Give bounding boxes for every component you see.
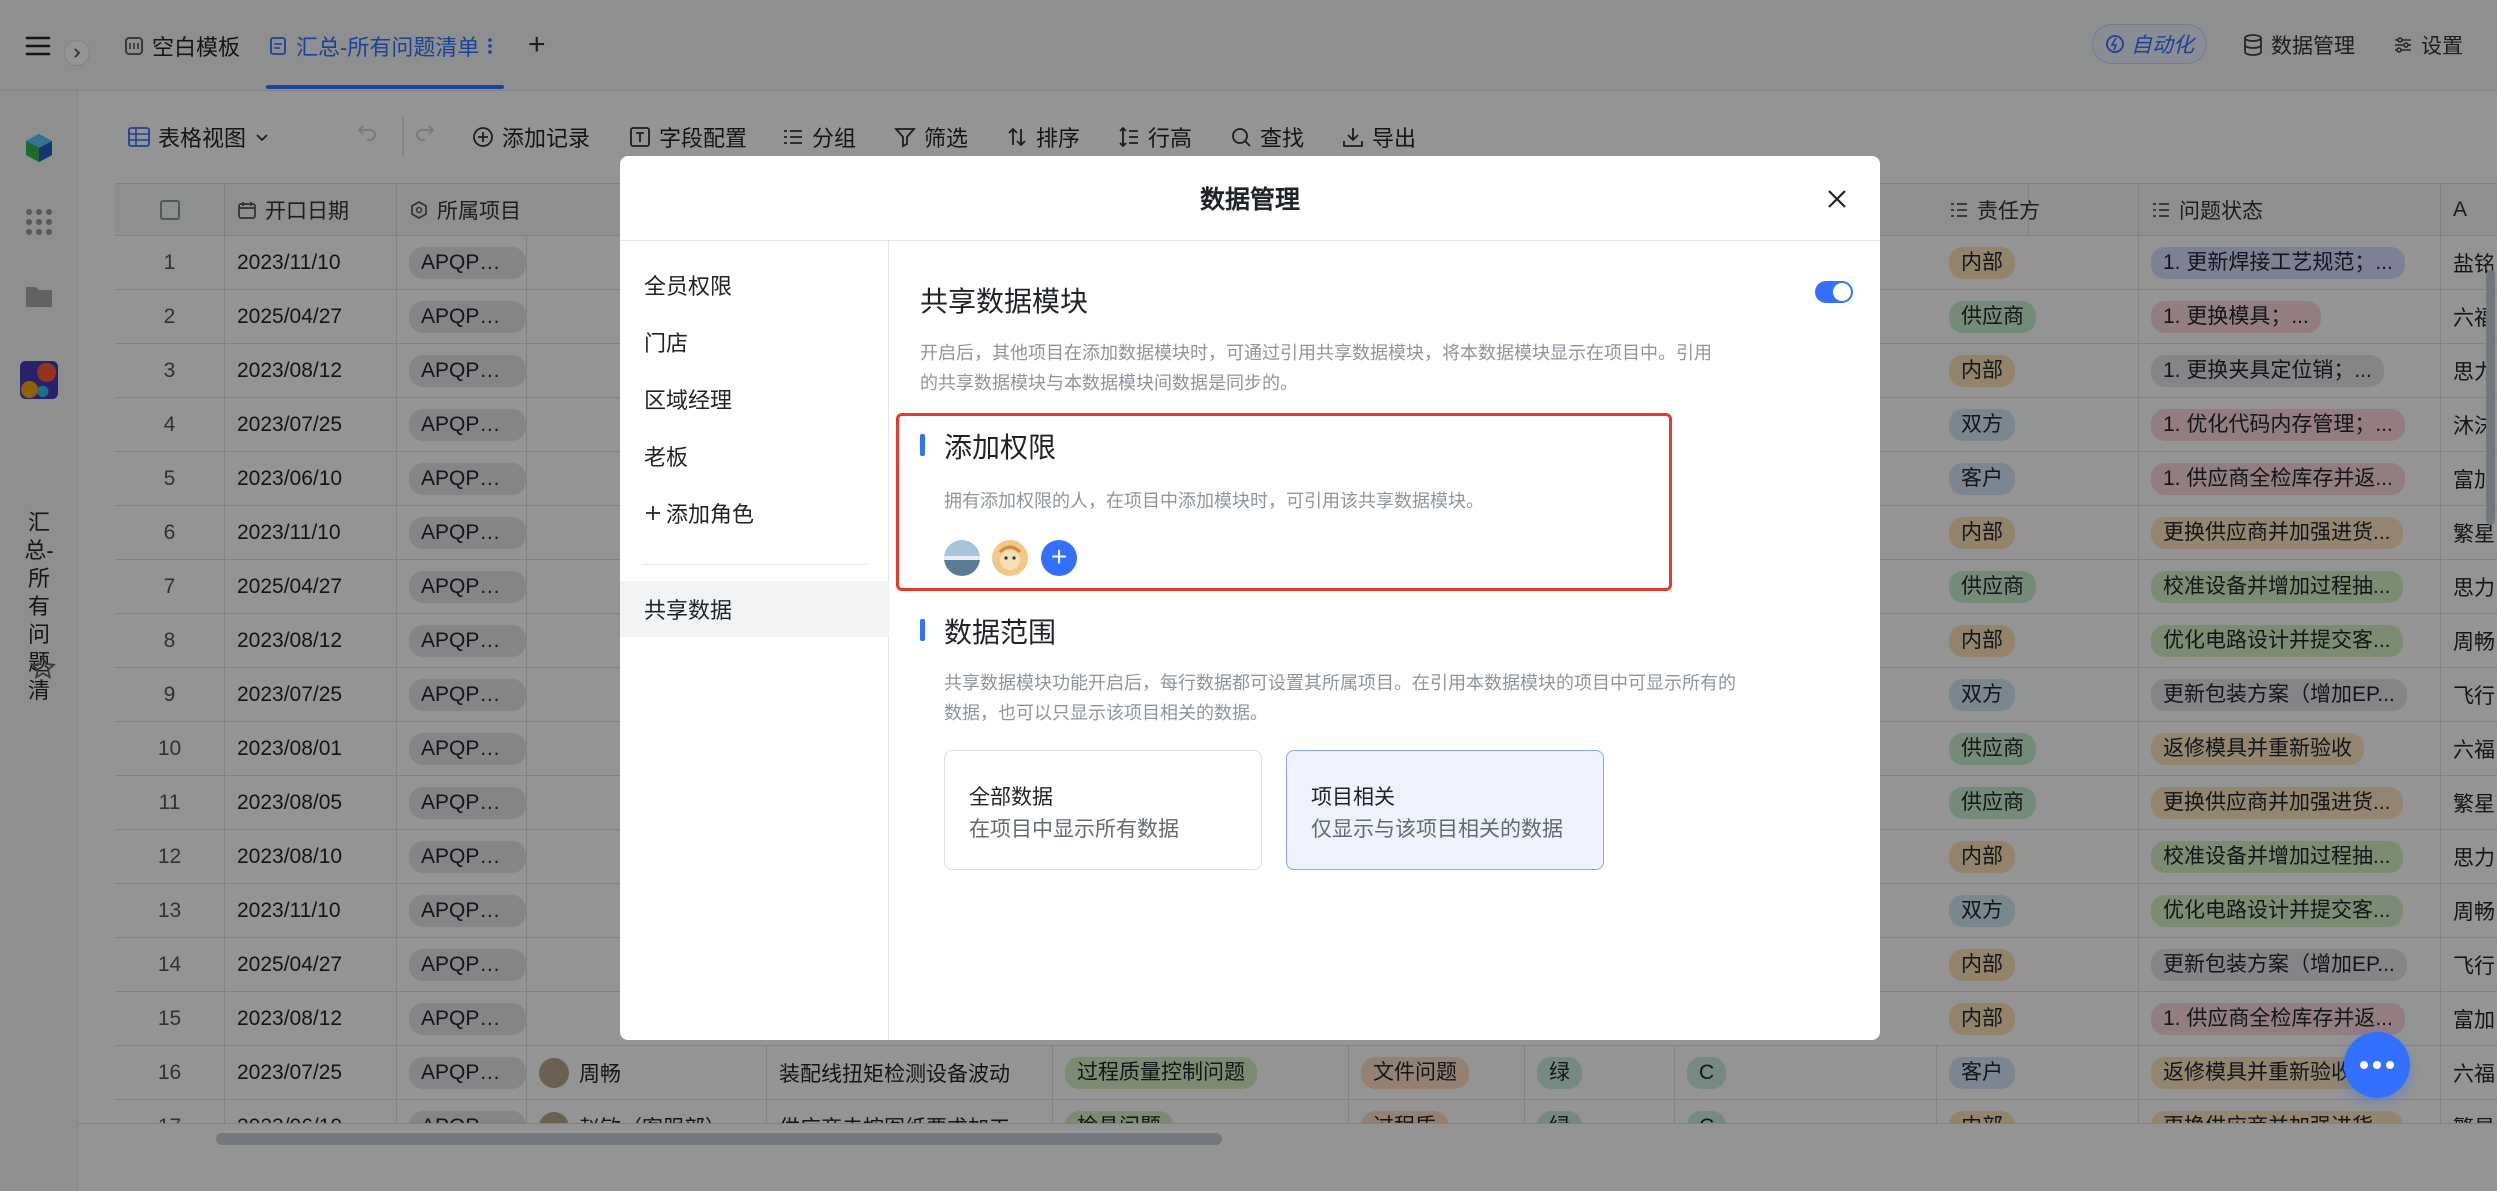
nav-label: 全员权限 xyxy=(644,274,733,299)
option-subtitle: 在项目中显示所有数据 xyxy=(969,818,1179,841)
member-avatar[interactable] xyxy=(992,540,1028,576)
dialog-sidebar: 全员权限 门店 区域经理 老板 添加角色 共享数据 xyxy=(620,241,889,1040)
data-scope-description: 共享数据模块功能开启后，每行数据都可设置其所属项目。在引用本数据模块的项目中可显… xyxy=(944,673,1736,723)
member-avatar[interactable] xyxy=(944,540,980,576)
nav-item-all-permissions[interactable]: 全员权限 xyxy=(644,265,732,305)
shared-module-toggle[interactable] xyxy=(1815,281,1853,303)
data-management-dialog: 数据管理 全员权限 门店 区域经理 老板 添加角色 共享数据 共享数据模块 开启… xyxy=(620,156,1880,1040)
option-title: 项目相关 xyxy=(1311,786,1395,809)
section-accent-bar xyxy=(920,619,925,641)
toggle-knob xyxy=(1833,283,1851,301)
add-member-button[interactable]: + xyxy=(1041,540,1077,576)
nav-label: 添加角色 xyxy=(666,502,755,527)
option-card-project-related[interactable]: 项目相关 仅显示与该项目相关的数据 xyxy=(1286,750,1604,870)
shared-module-title: 共享数据模块 xyxy=(920,286,1089,317)
nav-item-shared-data[interactable]: 共享数据 xyxy=(644,589,732,629)
section-accent-bar xyxy=(920,434,925,456)
close-icon[interactable] xyxy=(1820,182,1854,216)
option-subtitle: 仅显示与该项目相关的数据 xyxy=(1311,818,1563,841)
data-scope-title: 数据范围 xyxy=(944,617,1057,648)
dialog-title: 数据管理 xyxy=(620,156,1880,241)
more-actions-fab[interactable] xyxy=(2344,1032,2410,1098)
nav-item-store[interactable]: 门店 xyxy=(644,322,688,362)
option-card-all-data[interactable]: 全部数据 在项目中显示所有数据 xyxy=(944,750,1262,870)
nav-item-boss[interactable]: 老板 xyxy=(644,436,688,476)
plus-icon xyxy=(644,504,662,522)
nav-item-area-manager[interactable]: 区域经理 xyxy=(644,379,732,419)
option-title: 全部数据 xyxy=(969,786,1053,809)
add-role-button[interactable]: 添加角色 xyxy=(644,493,754,533)
nav-label: 共享数据 xyxy=(644,598,733,623)
nav-label: 门店 xyxy=(644,331,689,356)
add-permission-description: 拥有添加权限的人，在项目中添加模块时，可引用该共享数据模块。 xyxy=(944,491,1484,511)
add-permission-title: 添加权限 xyxy=(944,432,1057,463)
nav-label: 区域经理 xyxy=(644,388,733,413)
nav-label: 老板 xyxy=(644,445,689,470)
nav-divider xyxy=(642,564,867,565)
shared-module-description: 开启后，其他项目在添加数据模块时，可通过引用共享数据模块，将本数据模块显示在项目… xyxy=(920,343,1712,393)
